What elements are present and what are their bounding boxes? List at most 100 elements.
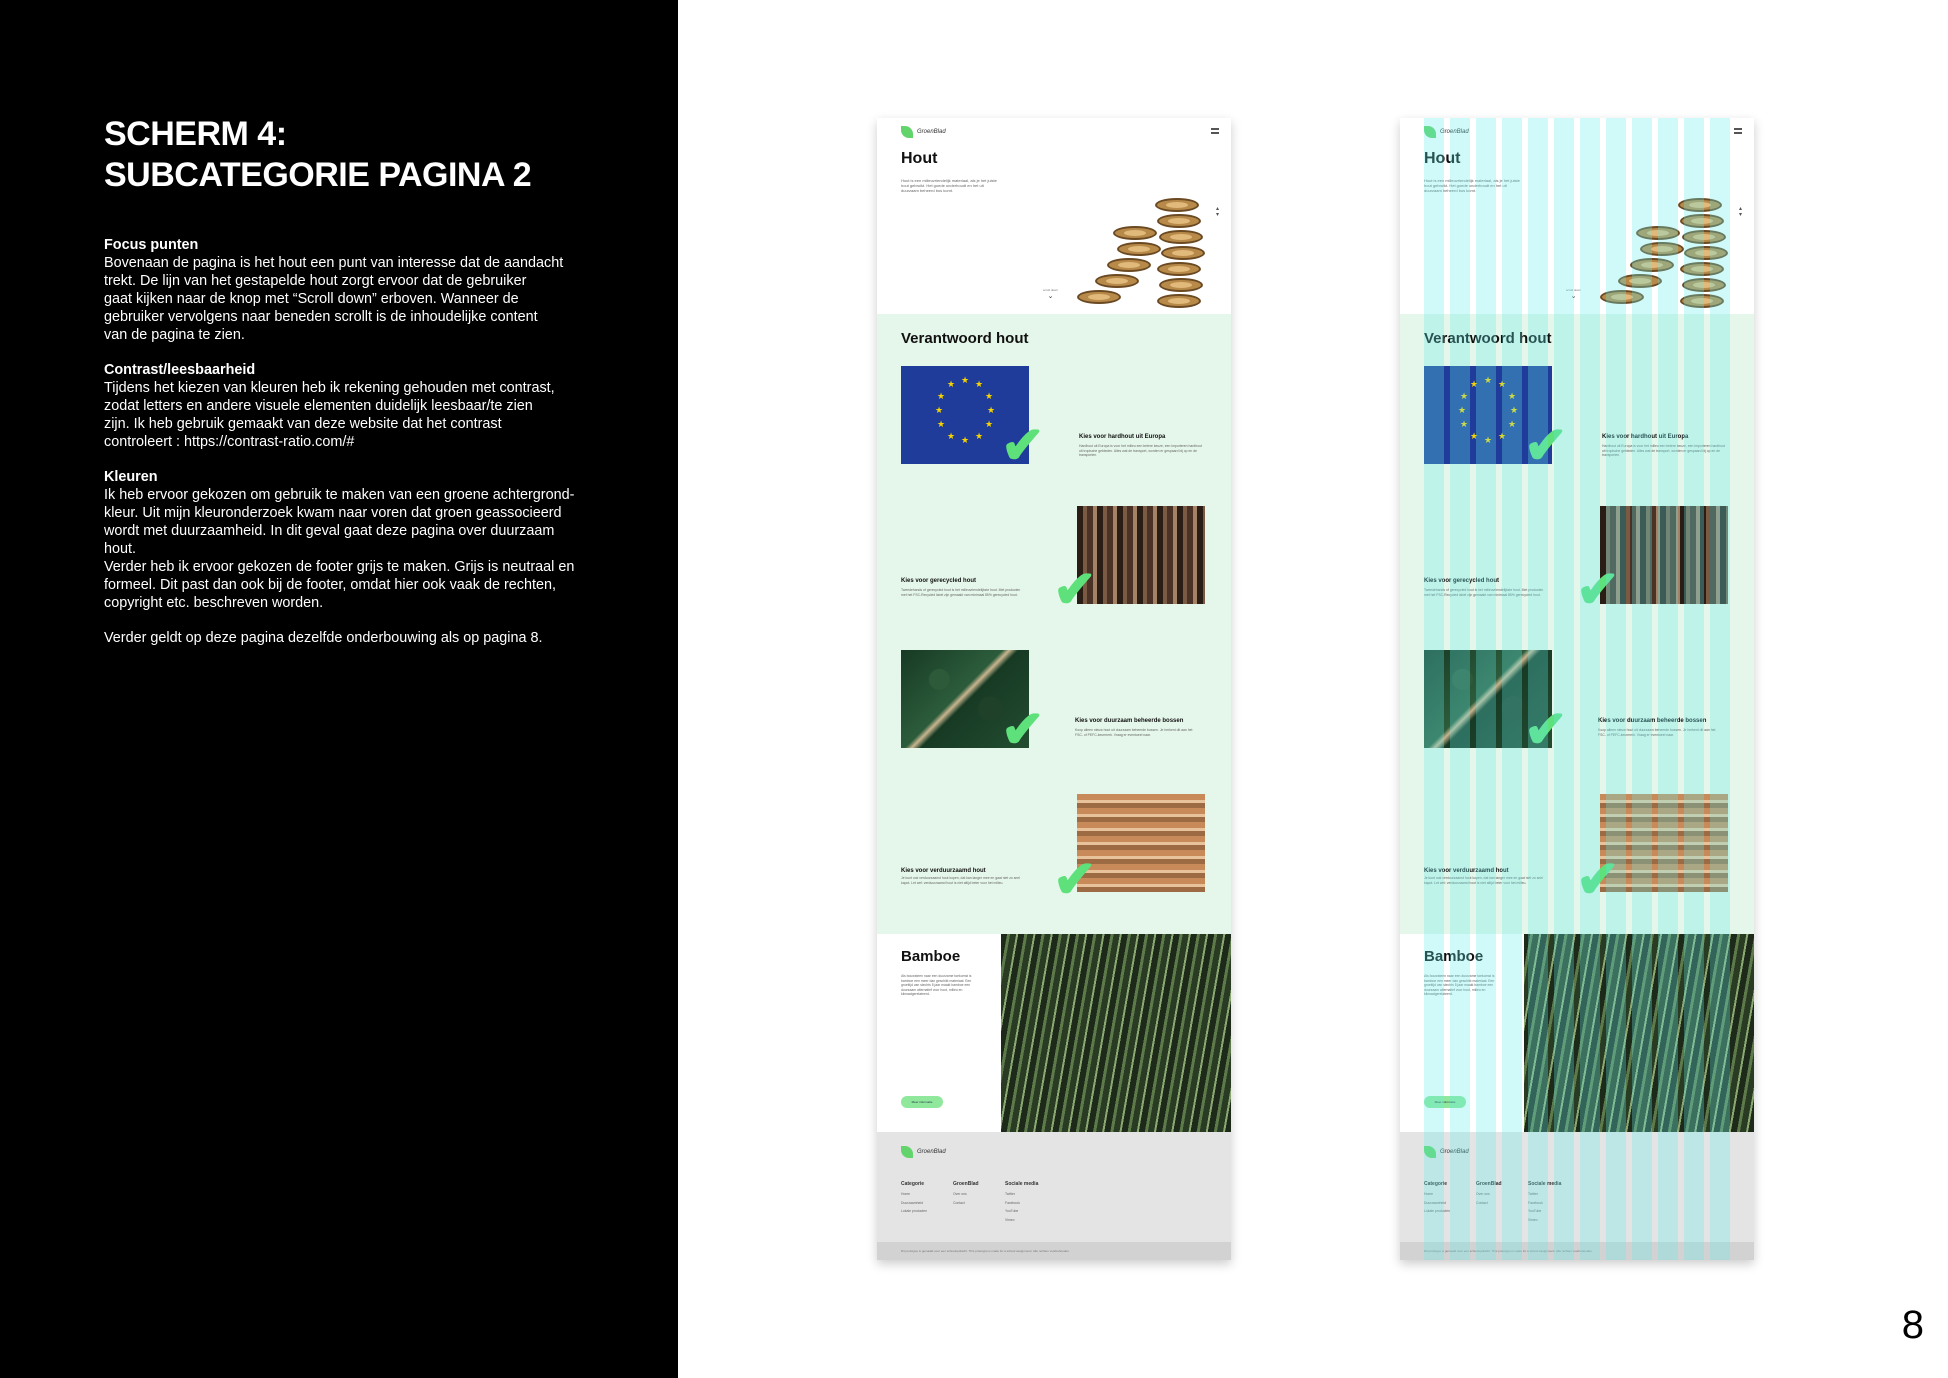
logo[interactable]: GroenBlad [1424,126,1469,138]
footer-link[interactable]: Facebook [1005,1199,1038,1208]
footer: GroenBlad Categorie Home Duurzaamheid Lo… [1400,1132,1754,1260]
footer-link[interactable]: Duurzaamheid [1424,1199,1450,1208]
footer: GroenBlad Categorie Home Duurzaamheid Lo… [877,1132,1231,1260]
footer-link[interactable]: Over ons [1476,1190,1502,1199]
heading-line-2: SUBCATEGORIE PAGINA 2 [104,156,532,194]
feature-desc: Tweedehands of gerecycled hout is het mi… [901,588,1021,597]
heading-line-1: SCHERM 4: [104,115,287,153]
checkmark-icon: ✔ [1053,561,1097,619]
focus-line: van de pagina te zien. [104,327,245,343]
description-text: Focus punten Bovenaan de pagina is het h… [104,236,604,647]
checkmark-icon: ✔ [1001,417,1045,475]
bamboo-desc: Als bouwsteen naar een duurzame toekomst… [1424,974,1495,996]
responsible-wood-section: Verantwoord hout ★ ★ ★ ★ ★ ★ ★ ★ ★ ★ ★ ★ ✔ Kie… [877,314,1231,934]
scroll-arrows-icon[interactable]: ▴ ▾ [1739,206,1742,218]
footer-logo[interactable]: GroenBlad [1424,1146,1469,1158]
logo[interactable]: GroenBlad [901,126,946,138]
focus-line: gebruiker vervolgens naar beneden scroll… [104,309,538,325]
footer-link[interactable]: Home [1424,1190,1450,1199]
more-info-button[interactable]: Meer informatie [1424,1096,1466,1108]
wood-stack-image [1600,198,1730,310]
footer-link[interactable]: Lokale producten [1424,1207,1450,1216]
leaf-icon [901,126,913,138]
focus-line: gaat kijken naar de knop met “Scroll dow… [104,291,519,307]
footer-col-social: Sociale media Twitter Facebook YouTube V… [1005,1178,1038,1224]
feature-desc: Hardhout uit Europa is voor het milieu e… [1079,444,1202,457]
footer-copyright: Dit prototype is gemaakt voor een school… [1400,1242,1754,1260]
bamboo-section: Bamboe Als bouwsteen naar een duurzame t… [877,934,1231,1132]
leaf-icon [1424,126,1436,138]
mockup-plain: GroenBlad Hout Hout is een milieuvriende… [877,118,1231,1260]
footer-link[interactable]: Home [901,1190,927,1199]
wood-stack-image [1077,198,1207,310]
colors-line: Ik heb ervoor gekozen om gebruik te make… [104,487,575,503]
contrast-line: zijn. Ik heb gebruik gemaakt van deze we… [104,416,502,432]
bamboo-title: Bamboe [901,948,961,965]
page-title: Hout [901,150,938,167]
feature-desc: Je kunt ook verduurzaamd hout kopen, dat… [1424,876,1543,885]
contrast-line: controleert : https://contrast-ratio.com… [104,434,355,450]
feature-title: Kies voor hardhout uit Europa [1079,434,1166,440]
chevron-down-icon: ⌄ [1570,293,1577,300]
feature-title: Kies voor gerecycled hout [1424,578,1500,584]
intro-text: Hout is een milieuvriendelijk materiaal,… [1424,178,1520,193]
focus-line: trekt. De lijn van het gestapelde hout z… [104,273,527,289]
page-title: Hout [1424,150,1461,167]
intro-text: Hout is een milieuvriendelijk materiaal,… [901,178,997,193]
feature-desc: Koop alleen nieuw hout uit duurzaam behe… [1598,728,1716,737]
focus-line: Bovenaan de pagina is het hout een punt … [104,255,564,271]
checkmark-icon: ✔ [1524,701,1568,759]
footer-col-groenblad: GroenBlad Over ons Contact [953,1178,979,1207]
bamboo-image [1001,934,1231,1132]
feature-title: Kies voor hardhout uit Europa [1602,434,1689,440]
more-info-button[interactable]: Meer informatie [901,1096,943,1108]
footer-link[interactable]: YouTube [1528,1207,1561,1216]
colors-title: Kleuren [104,469,158,485]
checkmark-icon: ✔ [1576,851,1620,909]
footer-link[interactable]: Twitter [1528,1190,1561,1199]
feature-desc: Tweedehands of gerecycled hout is het mi… [1424,588,1544,597]
footer-link[interactable]: Twitter [1005,1190,1038,1199]
footer-link[interactable]: Lokale producten [901,1207,927,1216]
bamboo-desc: Als bouwsteen naar een duurzame toekomst… [901,974,972,996]
hamburger-menu-icon[interactable] [1734,128,1742,134]
bamboo-title: Bamboe [1424,948,1484,965]
scroll-down-button[interactable]: scroll down ⌄ [1043,288,1058,300]
footer-link[interactable]: YouTube [1005,1207,1038,1216]
hamburger-menu-icon[interactable] [1211,128,1219,134]
footer-link[interactable]: Over ons [953,1190,979,1199]
slide-heading: SCHERM 4: SUBCATEGORIE PAGINA 2 [104,114,532,196]
footer-col-social: Sociale media Twitter Facebook YouTube V… [1528,1178,1561,1224]
colors-line: hout. [104,541,137,557]
leaf-icon [901,1146,913,1158]
hero-section: GroenBlad Hout Hout is een milieuvriende… [1400,118,1754,314]
checkmark-icon: ✔ [1001,701,1045,759]
colors-line: Verder heb ik ervoor gekozen de footer g… [104,559,575,575]
feature-desc: Je kunt ook verduurzaamd hout kopen, dat… [901,876,1020,885]
footer-link[interactable]: Duurzaamheid [901,1199,927,1208]
scroll-arrows-icon[interactable]: ▴ ▾ [1216,206,1219,218]
closing-note: Verder geldt op deze pagina dezelfde ond… [104,630,543,646]
feature-title: Kies voor duurzaam beheerde bossen [1075,718,1184,724]
footer-link[interactable]: Contact [953,1199,979,1208]
footer-col-groenblad: GroenBlad Over ons Contact [1476,1178,1502,1207]
feature-desc: Koop alleen nieuw hout uit duurzaam behe… [1075,728,1193,737]
chevron-down-icon: ⌄ [1047,293,1054,300]
scroll-down-button[interactable]: scroll down ⌄ [1566,288,1581,300]
footer-link[interactable]: Vimeo [1005,1216,1038,1225]
colors-line: formeel. Dit past dan ook bij de footer,… [104,577,556,593]
feature-title: Kies voor verduurzaamd hout [1424,868,1509,874]
footer-link[interactable]: Contact [1476,1199,1502,1208]
feature-desc: Hardhout uit Europa is voor het milieu e… [1602,444,1725,457]
footer-logo[interactable]: GroenBlad [901,1146,946,1158]
colors-line: wordt met duurzaamheid. In dit geval gaa… [104,523,555,539]
colors-line: kleur. Uit mijn kleuronderzoek kwam naar… [104,505,562,521]
checkmark-icon: ✔ [1524,417,1568,475]
section-title: Verantwoord hout [1424,330,1552,347]
footer-link[interactable]: Vimeo [1528,1216,1561,1225]
focus-title: Focus punten [104,237,199,253]
footer-col-categorie: Categorie Home Duurzaamheid Lokale produ… [901,1178,927,1216]
contrast-title: Contrast/leesbaarheid [104,362,256,378]
footer-link[interactable]: Facebook [1528,1199,1561,1208]
contrast-line: zodat letters en andere visuele elemente… [104,398,533,414]
